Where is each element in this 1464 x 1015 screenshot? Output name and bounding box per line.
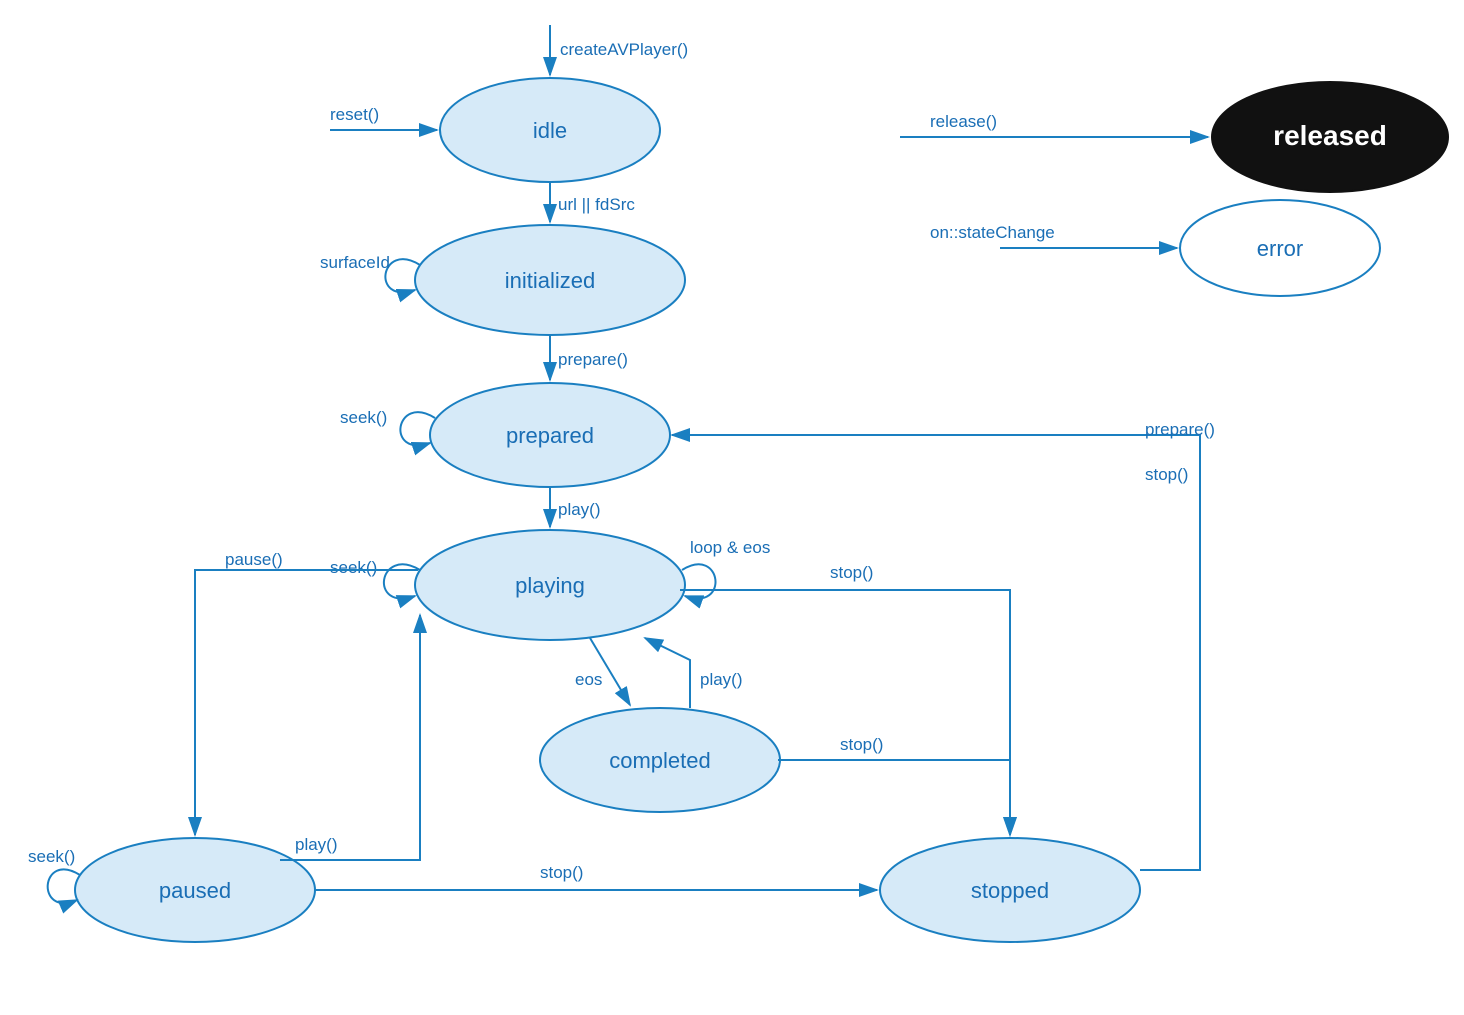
prepare-init-label: prepare() (558, 350, 628, 369)
loop-eos-arrow (682, 564, 716, 598)
play-prepared-label: play() (558, 500, 601, 519)
idle-label: idle (533, 118, 567, 143)
stop-completed-label: stop() (840, 735, 883, 754)
surfaceId-label: surfaceId (320, 253, 390, 272)
loop-eos-label: loop & eos (690, 538, 770, 557)
reset-label: reset() (330, 105, 379, 124)
pause-label: pause() (225, 550, 283, 569)
seek-prepared-label: seek() (340, 408, 387, 427)
seek-playing-label: seek() (330, 558, 377, 577)
seek-paused-label: seek() (28, 847, 75, 866)
initialized-label: initialized (505, 268, 596, 293)
prepared-label: prepared (506, 423, 594, 448)
play-paused-arrow (280, 615, 420, 860)
createAVPlayer-label: createAVPlayer() (560, 40, 688, 59)
state-diagram: idle initialized prepared playing comple… (0, 0, 1464, 1010)
stop-playing-label: stop() (830, 563, 873, 582)
prepare-stopped-label: prepare() (1145, 420, 1215, 439)
stateChange-label: on::stateChange (930, 223, 1055, 242)
release-label: release() (930, 112, 997, 131)
released-label: released (1273, 120, 1387, 151)
url-label: url || fdSrc (558, 195, 635, 214)
completed-label: completed (609, 748, 711, 773)
stop-paused-label: stop() (540, 863, 583, 882)
pause-arrow (195, 570, 418, 835)
paused-label: paused (159, 878, 231, 903)
eos-label: eos (575, 670, 602, 689)
play-completed-arrow (645, 638, 690, 708)
error-label: error (1257, 236, 1303, 261)
stop-completed-arrow (778, 760, 1010, 835)
stop-prepared-label: stop() (1145, 465, 1188, 484)
play-paused-label: play() (295, 835, 338, 854)
playing-label: playing (515, 573, 585, 598)
prepare-stopped-arrow (672, 435, 1200, 870)
stopped-label: stopped (971, 878, 1049, 903)
play-completed-label: play() (700, 670, 743, 689)
